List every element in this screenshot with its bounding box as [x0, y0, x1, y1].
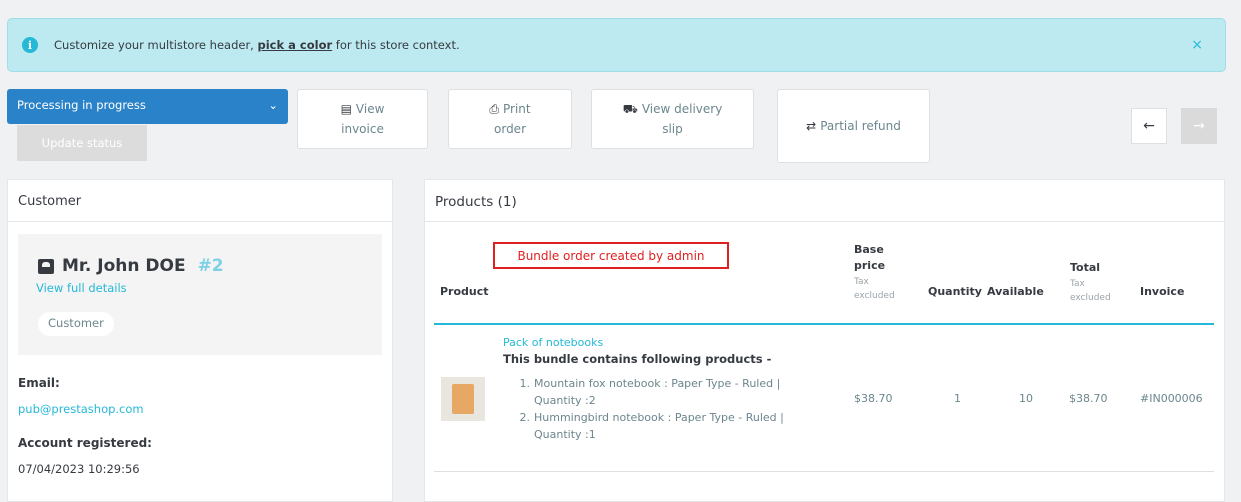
view-full-details-link[interactable]: View full details: [36, 281, 127, 295]
alert-text-before: Customize your multistore header,: [54, 38, 254, 52]
list-item: 2. Hummingbird notebook : Paper Type - R…: [514, 409, 784, 443]
document-icon: ▤: [340, 102, 352, 116]
quantity-value: 1: [954, 392, 961, 405]
bundle-items-list: 1. Mountain fox notebook : Paper Type - …: [514, 375, 784, 443]
invoice-value: #IN000006: [1140, 392, 1203, 405]
customer-panel-title: Customer: [8, 180, 392, 222]
arrow-left-icon: ←: [1143, 118, 1155, 134]
product-name-link[interactable]: Pack of notebooks: [503, 336, 603, 349]
customer-name: Mr. John DOE #2: [38, 256, 224, 276]
email-label: Email:: [18, 376, 60, 390]
table-row-divider: [434, 471, 1214, 472]
view-invoice-label-1: View: [355, 102, 385, 116]
previous-order-button[interactable]: ←: [1131, 108, 1167, 144]
base-price-value: $38.70: [854, 392, 893, 405]
order-status-select[interactable]: Processing in progress ⌄: [7, 89, 288, 124]
table-header-divider: [434, 323, 1214, 325]
customer-group-badge: Customer: [38, 312, 114, 336]
customer-card: Mr. John DOE #2 View full details Custom…: [18, 234, 382, 355]
bundle-annotation-label: Bundle order created by admin: [493, 242, 729, 269]
col-quantity: Quantity: [928, 285, 982, 298]
print-order-button[interactable]: ⎙ Print order: [448, 89, 572, 149]
customer-panel: Customer Mr. John DOE #2 View full detai…: [7, 179, 393, 502]
col-total: Total Tax excluded: [1070, 260, 1111, 306]
close-icon[interactable]: ×: [1191, 37, 1203, 53]
col-total-label: Total: [1070, 261, 1101, 274]
status-value: Processing in progress: [17, 98, 146, 112]
col-total-excluded: excluded: [1070, 293, 1111, 303]
registered-label: Account registered:: [18, 436, 152, 450]
col-available: Available: [987, 285, 1044, 298]
alert-text-after: for this store context.: [335, 38, 460, 52]
truck-icon: ⛟: [622, 102, 638, 116]
print-order-label-2: order: [494, 122, 526, 136]
bundle-item-number: 1.: [519, 377, 531, 390]
account-box-icon: [38, 258, 54, 274]
col-product: Product: [440, 285, 489, 298]
info-icon: i: [22, 37, 38, 53]
email-link[interactable]: pub@prestashop.com: [18, 402, 144, 416]
alert-text: Customize your multistore header, pick a…: [54, 38, 460, 52]
view-invoice-label-2: invoice: [341, 122, 384, 136]
customer-name-text: Mr. John DOE: [62, 256, 186, 276]
arrow-right-icon: →: [1193, 118, 1205, 134]
view-delivery-slip-button[interactable]: ⛟ View delivery slip: [591, 89, 754, 149]
customer-id: #2: [197, 256, 224, 276]
pick-color-link[interactable]: pick a color: [258, 38, 333, 52]
partial-refund-label: Partial refund: [820, 119, 901, 133]
available-value: 10: [1019, 392, 1033, 405]
print-order-label-1: Print: [503, 102, 531, 116]
view-delivery-label-1: View delivery: [641, 102, 723, 116]
print-icon: ⎙: [489, 102, 499, 116]
swap-icon: ⇄: [806, 119, 817, 133]
next-order-button[interactable]: →: [1181, 108, 1217, 144]
bundle-title: This bundle contains following products …: [503, 352, 772, 366]
products-panel-title: Products (1): [425, 180, 1224, 222]
list-item: 1. Mountain fox notebook : Paper Type - …: [514, 375, 784, 409]
col-base-price: Base price Tax excluded: [854, 242, 895, 304]
bundle-item-text: Mountain fox notebook : Paper Type - Rul…: [534, 377, 781, 407]
product-thumbnail[interactable]: [441, 377, 485, 421]
col-base-price-line1: Base: [854, 243, 884, 256]
view-delivery-label-2: slip: [662, 122, 683, 136]
multistore-alert: i Customize your multistore header, pick…: [7, 18, 1226, 72]
total-value: $38.70: [1069, 392, 1108, 405]
col-base-price-line2: price: [854, 259, 886, 272]
partial-refund-button[interactable]: ⇄ Partial refund: [777, 89, 930, 163]
chevron-down-icon: ⌄: [268, 98, 278, 112]
col-base-price-excluded: excluded: [854, 291, 895, 301]
bundle-item-text: Hummingbird notebook : Paper Type - Rule…: [534, 411, 784, 441]
view-invoice-button[interactable]: ▤ View invoice: [297, 89, 428, 149]
registered-value: 07/04/2023 10:29:56: [18, 462, 140, 476]
update-status-button[interactable]: Update status: [17, 125, 147, 161]
bundle-item-number: 2.: [519, 411, 531, 424]
col-invoice: Invoice: [1140, 285, 1185, 298]
